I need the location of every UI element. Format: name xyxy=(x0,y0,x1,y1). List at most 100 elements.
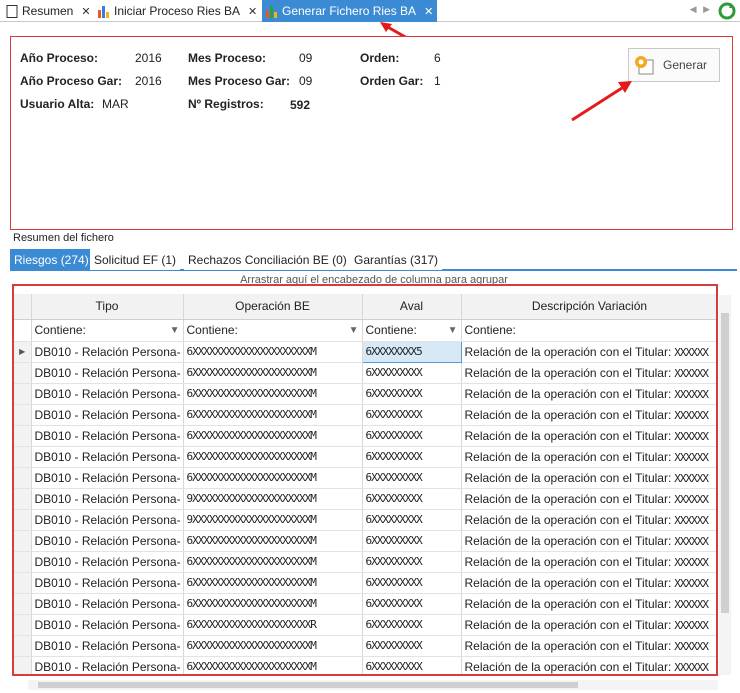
filter-aval[interactable]: Contiene: ▼ xyxy=(362,319,462,342)
cell-operacion-be[interactable]: 6XXXXXXXXXXXXXXXXXXXXXM xyxy=(183,425,363,447)
cell-descripcion[interactable]: Relación de la operación con el Titular:… xyxy=(461,383,716,405)
tab-riesgos[interactable]: Riesgos (274) xyxy=(10,249,93,270)
cell-tipo[interactable]: DB010 - Relación Persona- xyxy=(31,383,184,405)
generar-button[interactable]: Generar xyxy=(628,48,720,82)
row-indicator[interactable] xyxy=(14,551,32,573)
tab-generar-fichero[interactable]: Generar Fichero Ries BA ✕ xyxy=(262,0,438,22)
cell-tipo[interactable]: DB010 - Relación Persona- xyxy=(31,551,184,573)
row-indicator[interactable] xyxy=(14,404,32,426)
cell-descripcion[interactable]: Relación de la operación con el Titular:… xyxy=(461,551,716,573)
row-indicator[interactable] xyxy=(14,572,32,594)
cell-operacion-be[interactable]: 6XXXXXXXXXXXXXXXXXXXXXM xyxy=(183,656,363,674)
cell-descripcion[interactable]: Relación de la operación con el Titular:… xyxy=(461,488,716,510)
filter-icon[interactable]: ▼ xyxy=(170,325,180,336)
row-indicator[interactable] xyxy=(14,635,32,657)
table-row[interactable]: DB010 - Relación Persona- 6XXXXXXXXXXXXXX… xyxy=(14,404,716,426)
table-row[interactable]: DB010 - Relación Persona- 9XXXXXXXXXXXXXX… xyxy=(14,488,716,510)
table-row[interactable]: DB010 - Relación Persona- 6XXXXXXXXXXXXXX… xyxy=(14,635,716,657)
cell-tipo[interactable]: DB010 - Relación Persona- xyxy=(31,509,184,531)
cell-tipo[interactable]: DB010 - Relación Persona- xyxy=(31,614,184,636)
row-indicator[interactable] xyxy=(14,656,32,674)
cell-tipo[interactable]: DB010 - Relación Persona- xyxy=(31,467,184,489)
cell-operacion-be[interactable]: 6XXXXXXXXXXXXXXXXXXXXXM xyxy=(183,551,363,573)
cell-tipo[interactable]: DB010 - Relación Persona- xyxy=(31,593,184,615)
cell-operacion-be[interactable]: 6XXXXXXXXXXXXXXXXXXXXXM xyxy=(183,341,363,363)
cell-aval[interactable]: 6XXXXXXXXX xyxy=(362,656,462,674)
cell-tipo[interactable]: DB010 - Relación Persona- xyxy=(31,635,184,657)
cell-operacion-be[interactable]: 6XXXXXXXXXXXXXXXXXXXXXM xyxy=(183,635,363,657)
cell-aval[interactable]: 6XXXXXXXX5 xyxy=(361,340,462,363)
table-row[interactable]: DB010 - Relación Persona- 6XXXXXXXXXXXXXX… xyxy=(14,446,716,468)
tab-solicitud-ef[interactable]: Solicitud EF (1) xyxy=(90,249,181,270)
cell-aval[interactable]: 6XXXXXXXXX xyxy=(362,362,462,384)
close-icon[interactable]: ✕ xyxy=(248,5,257,18)
cell-aval[interactable]: 6XXXXXXXXX xyxy=(362,404,462,426)
cell-descripcion[interactable]: Relación de la operación con el Titular:… xyxy=(461,446,716,468)
table-row[interactable]: DB010 - Relación Persona- 6XXXXXXXXXXXXXX… xyxy=(14,656,716,674)
cell-tipo[interactable]: DB010 - Relación Persona- xyxy=(31,572,184,594)
filter-operacion-be[interactable]: Contiene: ▼ xyxy=(183,319,363,342)
column-header-aval[interactable]: Aval xyxy=(362,294,462,320)
cell-aval[interactable]: 6XXXXXXXXX xyxy=(362,509,462,531)
cell-descripcion[interactable]: Relación de la operación con el Titular:… xyxy=(461,656,716,674)
row-indicator[interactable] xyxy=(14,530,32,552)
tab-scroll-arrows[interactable]: ◀ ▶ xyxy=(690,4,712,15)
table-row[interactable]: DB010 - Relación Persona- 6XXXXXXXXXXXXXX… xyxy=(14,425,716,447)
cell-descripcion[interactable]: Relación de la operación con el Titular:… xyxy=(461,593,716,615)
cell-aval[interactable]: 6XXXXXXXXX xyxy=(362,467,462,489)
cell-operacion-be[interactable]: 9XXXXXXXXXXXXXXXXXXXXXM xyxy=(183,509,363,531)
cell-descripcion[interactable]: Relación de la operación con el Titular:… xyxy=(461,425,716,447)
cell-aval[interactable]: 6XXXXXXXXX xyxy=(362,488,462,510)
cell-operacion-be[interactable]: 9XXXXXXXXXXXXXXXXXXXXXM xyxy=(183,488,363,510)
cell-operacion-be[interactable]: 6XXXXXXXXXXXXXXXXXXXXXR xyxy=(183,614,363,636)
cell-aval[interactable]: 6XXXXXXXXX xyxy=(362,383,462,405)
cell-aval[interactable]: 6XXXXXXXXX xyxy=(362,425,462,447)
cell-operacion-be[interactable]: 6XXXXXXXXXXXXXXXXXXXXXM xyxy=(183,572,363,594)
horizontal-scrollbar[interactable] xyxy=(28,680,718,690)
row-indicator[interactable] xyxy=(14,467,32,489)
cell-operacion-be[interactable]: 6XXXXXXXXXXXXXXXXXXXXXM xyxy=(183,446,363,468)
row-indicator[interactable] xyxy=(14,593,32,615)
cell-operacion-be[interactable]: 6XXXXXXXXXXXXXXXXXXXXXM xyxy=(183,593,363,615)
table-row[interactable]: DB010 - Relación Persona- 6XXXXXXXXXXXXXX… xyxy=(14,467,716,489)
cell-aval[interactable]: 6XXXXXXXXX xyxy=(362,530,462,552)
cell-aval[interactable]: 6XXXXXXXXX xyxy=(362,593,462,615)
tab-rechazos-conciliacion[interactable]: Rechazos Conciliación BE (0) xyxy=(184,249,351,270)
row-indicator[interactable] xyxy=(14,446,32,468)
close-icon[interactable]: ✕ xyxy=(424,5,433,18)
cell-tipo[interactable]: DB010 - Relación Persona- xyxy=(31,656,184,674)
vertical-scrollbar[interactable] xyxy=(719,295,731,675)
cell-aval[interactable]: 6XXXXXXXXX xyxy=(362,572,462,594)
filter-descripcion[interactable]: Contiene: xyxy=(461,319,716,342)
cell-aval[interactable]: 6XXXXXXXXX xyxy=(362,446,462,468)
row-indicator[interactable] xyxy=(14,425,32,447)
table-row[interactable]: DB010 - Relación Persona- 6XXXXXXXXXXXXXX… xyxy=(14,530,716,552)
row-indicator[interactable] xyxy=(14,362,32,384)
cell-operacion-be[interactable]: 6XXXXXXXXXXXXXXXXXXXXXM xyxy=(183,467,363,489)
refresh-icon[interactable] xyxy=(718,2,736,20)
cell-aval[interactable]: 6XXXXXXXXX xyxy=(362,614,462,636)
tab-resumen[interactable]: Resumen ✕ xyxy=(2,0,95,22)
table-row[interactable]: DB010 - Relación Persona- 6XXXXXXXXXXXXXX… xyxy=(14,593,716,615)
cell-tipo[interactable]: DB010 - Relación Persona- xyxy=(31,530,184,552)
table-row[interactable]: DB010 - Relación Persona- 6XXXXXXXXXXXXXX… xyxy=(14,614,716,636)
cell-tipo[interactable]: DB010 - Relación Persona- xyxy=(31,341,184,363)
cell-tipo[interactable]: DB010 - Relación Persona- xyxy=(31,404,184,426)
table-row[interactable]: DB010 - Relación Persona- 6XXXXXXXXXXXXXX… xyxy=(14,362,716,384)
row-indicator[interactable]: ▶ xyxy=(14,341,32,363)
cell-descripcion[interactable]: Relación de la operación con el Titular:… xyxy=(461,614,716,636)
table-row[interactable]: ▶ DB010 - Relación Persona- 6XXXXXXXXXXXXX… xyxy=(14,340,716,363)
scroll-thumb[interactable] xyxy=(38,682,578,688)
row-indicator[interactable] xyxy=(14,488,32,510)
row-indicator[interactable] xyxy=(14,509,32,531)
cell-tipo[interactable]: DB010 - Relación Persona- xyxy=(31,425,184,447)
filter-icon[interactable]: ▼ xyxy=(448,325,458,336)
cell-tipo[interactable]: DB010 - Relación Persona- xyxy=(31,446,184,468)
scroll-thumb[interactable] xyxy=(721,313,729,613)
column-header-descripcion[interactable]: Descripción Variación xyxy=(461,294,716,320)
cell-descripcion[interactable]: Relación de la operación con el Titular:… xyxy=(461,530,716,552)
cell-operacion-be[interactable]: 6XXXXXXXXXXXXXXXXXXXXXM xyxy=(183,362,363,384)
filter-icon[interactable]: ▼ xyxy=(349,325,359,336)
cell-descripcion[interactable]: Relación de la operación con el Titular:… xyxy=(461,509,716,531)
tab-garantias[interactable]: Garantías (317) xyxy=(350,249,443,270)
